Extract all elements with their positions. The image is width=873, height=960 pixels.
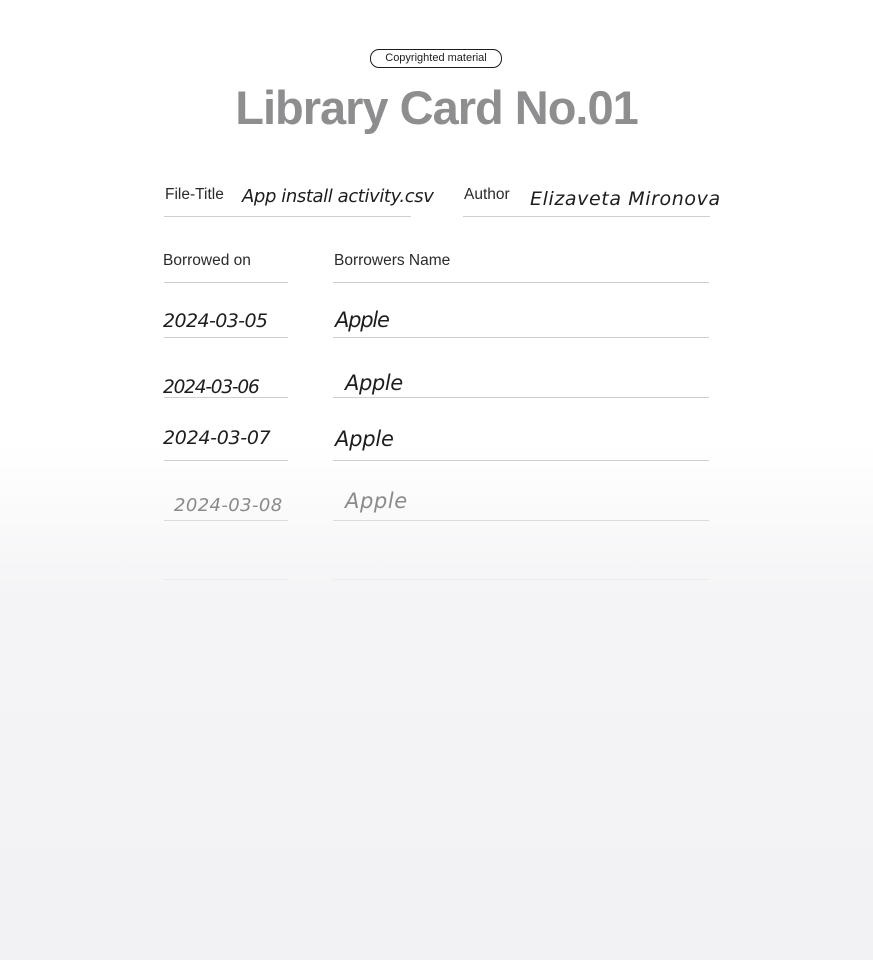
row-2-name-underline (333, 397, 709, 398)
borrowers-name-header-underline (333, 282, 709, 283)
author-value: Elizaveta Mironova (530, 188, 721, 210)
borrowed-on-header: Borrowed on (163, 252, 251, 269)
row-1-name-underline (333, 337, 709, 338)
row-3-date-underline (164, 460, 288, 461)
author-label: Author (464, 186, 510, 203)
row-2-name: Apple (345, 371, 403, 395)
row-4-date: 2024-03-08 (174, 495, 283, 516)
page-title: Library Card No.01 (235, 81, 639, 134)
row-5-name-underline (333, 579, 709, 580)
row-4-name: Apple (345, 489, 408, 513)
row-1-date-underline (164, 337, 288, 338)
borrowers-name-header: Borrowers Name (334, 252, 451, 269)
file-title-underline (164, 216, 411, 217)
row-3-name-underline (333, 460, 709, 461)
borrowed-on-header-underline (164, 282, 288, 283)
row-3-date: 2024-03-07 (163, 427, 271, 449)
file-title-value: App install activity.csv (242, 186, 434, 207)
row-1-name: Apple (335, 308, 390, 332)
file-title-label: File-Title (165, 186, 224, 203)
row-1-date: 2024-03-05 (163, 310, 268, 332)
row-3-name: Apple (335, 427, 394, 451)
row-4-name-underline (333, 520, 709, 521)
row-4-date-underline (164, 520, 288, 521)
author-underline (463, 216, 710, 217)
copyright-badge: Copyrighted material (370, 49, 502, 68)
row-5-date-underline (164, 579, 288, 580)
row-2-date-underline (164, 397, 288, 398)
row-2-date: 2024-03-06 (163, 377, 260, 398)
